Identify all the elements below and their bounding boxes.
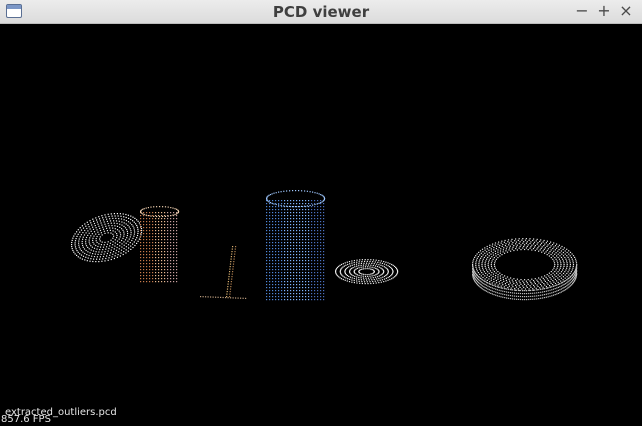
pcd-viewer-window: PCD viewer − + × extracted_outliers.pcd … <box>0 0 642 426</box>
maximize-button[interactable]: + <box>595 1 613 21</box>
window-title: PCD viewer <box>272 3 370 21</box>
bowl-points <box>335 259 399 285</box>
point-cloud-canvas[interactable] <box>0 24 642 426</box>
tape-roll-points <box>472 238 578 301</box>
fps-counter: 857.6 FPS <box>1 414 51 425</box>
point-cloud-viewport[interactable]: extracted_outliers.pcd 857.6 FPS <box>0 24 642 426</box>
close-button[interactable]: × <box>617 1 635 21</box>
can-points <box>266 190 326 301</box>
stand-points <box>200 246 247 299</box>
plate-points <box>71 213 143 263</box>
minimize-button[interactable]: − <box>573 1 591 21</box>
mug-points <box>140 206 180 283</box>
title-bar[interactable]: PCD viewer − + × <box>0 0 642 24</box>
